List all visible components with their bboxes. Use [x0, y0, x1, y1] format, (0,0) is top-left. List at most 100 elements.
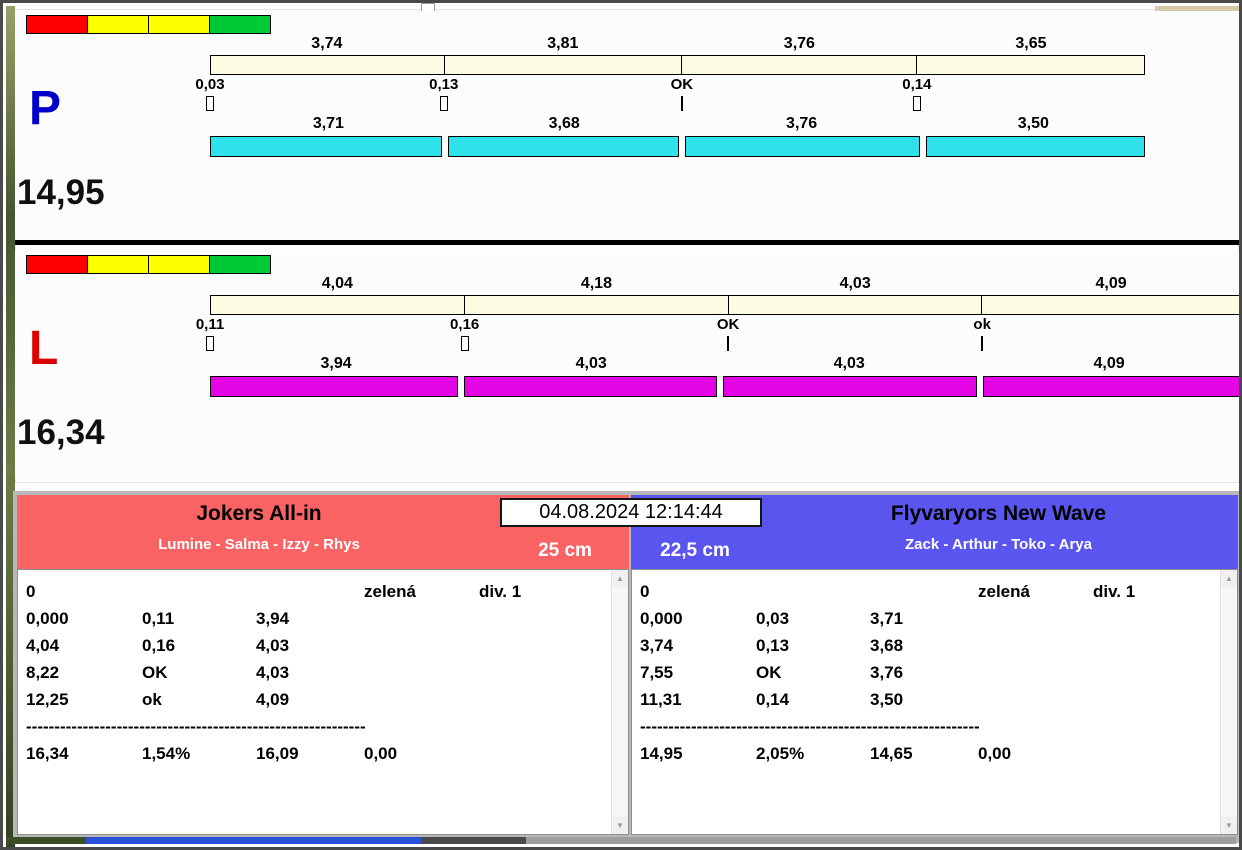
result-row: 0,000 0,11 3,94 — [26, 609, 290, 628]
scale-segment-yellow — [88, 16, 149, 33]
split: OK — [717, 315, 982, 355]
team-name: Flyvaryors New Wave — [890, 502, 1107, 525]
totals-row: 16,34 1,54% 16,09 0,00 — [26, 744, 398, 763]
split-time-label: OK — [670, 76, 694, 93]
team-left-results[interactable]: 0 zelená div. 1 0,000 0,11 3,94 4,04 0,16 4,… — [17, 569, 629, 835]
split-time-label: OK — [716, 316, 740, 333]
distance-label: 25 cm — [538, 540, 592, 561]
split: 0,13 — [429, 75, 682, 115]
scroll-up-icon[interactable]: ▲ — [1221, 570, 1237, 587]
exchange-splits: 0,03 0,13 OK 0,14 — [195, 75, 1145, 115]
result-header-row: 0 zelená div. 1 — [26, 578, 608, 605]
team-name: Jokers All-in — [196, 502, 322, 525]
bar-segment — [211, 296, 466, 314]
result-row: 4,04 0,16 4,03 — [26, 636, 290, 655]
scroll-down-icon[interactable]: ▼ — [612, 817, 628, 834]
split-time-label: 0,03 — [195, 76, 225, 93]
bottom-progress-bar — [210, 136, 1145, 157]
flag-label: zelená — [978, 582, 1030, 601]
top-split-times: 3,74 3,81 3,76 3,65 — [210, 35, 1145, 53]
scroll-down-icon[interactable]: ▼ — [1221, 817, 1237, 834]
scale-segment-green — [210, 16, 270, 33]
team-members: Zack - Arthur - Toko - Arya — [905, 536, 1092, 553]
segment-time: 3,71 — [312, 115, 344, 132]
signal-scale — [26, 255, 271, 274]
flag-label: zelená — [364, 582, 416, 601]
split: 0,11 — [196, 315, 465, 355]
bar-segment — [684, 136, 920, 157]
split: 0,16 — [450, 315, 728, 355]
result-row: 11,31 0,14 3,50 — [640, 690, 904, 709]
bottom-progress-bar — [210, 376, 1239, 397]
attempt-number: 0 — [26, 582, 36, 601]
scrollbar[interactable]: ▲ ▼ — [611, 570, 628, 834]
segment-time: 4,18 — [580, 275, 612, 292]
result-row: 3,74 0,13 3,68 — [640, 636, 904, 655]
split-mark-icon — [439, 96, 448, 111]
exchange-splits: 0,11 0,16 OK ok — [196, 315, 1239, 355]
segment-time: 3,74 — [311, 35, 343, 52]
split-time-label: 0,13 — [429, 76, 459, 93]
top-progress-bar — [210, 55, 1145, 75]
top-progress-bar — [210, 295, 1239, 315]
datetime-display: 04.08.2024 12:14:44 — [500, 498, 762, 527]
bar-segment — [445, 56, 683, 74]
division-label: div. 1 — [479, 582, 522, 601]
bottom-split-times: 3,94 4,03 4,03 4,09 — [210, 355, 1239, 373]
team-right-panel: Flyvaryors New Wave Zack - Arthur - Toko… — [631, 495, 1238, 835]
segment-time: 4,03 — [839, 275, 871, 292]
bar-segment — [448, 136, 679, 157]
team-left-panel: Jokers All-in Lumine - Salma - Izzy - Rh… — [17, 495, 629, 835]
separator-line: ----------------------------------------… — [640, 717, 980, 736]
scale-segment-red — [27, 256, 88, 273]
top-split-times: 4,04 4,18 4,03 4,09 — [210, 275, 1239, 293]
bar-segment — [982, 376, 1239, 397]
bar-segment — [917, 56, 1144, 74]
results-panel: 04.08.2024 12:14:44 Jokers All-in Lumine… — [13, 491, 1239, 843]
distance-label: 22,5 cm — [660, 540, 730, 561]
lane-letter: P — [29, 82, 62, 135]
separator-line: ----------------------------------------… — [26, 717, 366, 736]
scroll-up-icon[interactable]: ▲ — [612, 570, 628, 587]
split: OK — [671, 75, 917, 115]
scrollbar[interactable]: ▲ ▼ — [1220, 570, 1237, 834]
bar-segment — [723, 376, 977, 397]
lane-total-time: 16,34 — [17, 413, 105, 452]
split-mark-icon — [460, 336, 469, 351]
segment-time: 3,68 — [548, 115, 580, 132]
split-time-label: ok — [973, 316, 991, 333]
signal-scale — [26, 15, 271, 34]
taskbar-green — [6, 837, 86, 844]
attempt-number: 0 — [640, 582, 650, 601]
segment-time: 3,81 — [547, 35, 579, 52]
split-mark-icon — [680, 96, 683, 111]
lane-total-time: 14,95 — [17, 173, 105, 212]
segment-time: 4,09 — [1093, 355, 1125, 372]
segment-time: 3,50 — [1017, 115, 1049, 132]
split: 0,03 — [195, 75, 444, 115]
split-mark-icon — [981, 336, 984, 351]
segment-time: 4,03 — [575, 355, 607, 372]
segment-time: 4,04 — [321, 275, 353, 292]
lane-letter: L — [29, 322, 59, 375]
bar-segment — [211, 56, 445, 74]
scale-segment-red — [27, 16, 88, 33]
bar-segment — [682, 56, 918, 74]
result-header-row: 0 zelená div. 1 — [640, 578, 1217, 605]
result-row: 8,22 OK 4,03 — [26, 663, 290, 682]
taskbar-gray — [526, 837, 1236, 844]
split-mark-icon — [727, 336, 730, 351]
bar-segment — [465, 296, 729, 314]
totals-row: 14,95 2,05% 14,65 0,00 — [640, 744, 1012, 763]
segment-time: 3,76 — [786, 115, 818, 132]
split: ok — [973, 315, 1239, 355]
taskbar-blue — [86, 837, 421, 844]
scale-segment-green — [210, 256, 270, 273]
scale-segment-yellow2 — [149, 256, 210, 273]
split-time-label: 0,16 — [450, 316, 480, 333]
segment-time: 3,94 — [320, 355, 352, 372]
team-right-results[interactable]: 0 zelená div. 1 0,000 0,03 3,71 3,74 0,13 3,… — [631, 569, 1238, 835]
split-time-label: 0,14 — [902, 76, 932, 93]
result-row: 7,55 OK 3,76 — [640, 663, 904, 682]
split: 0,14 — [902, 75, 1145, 115]
